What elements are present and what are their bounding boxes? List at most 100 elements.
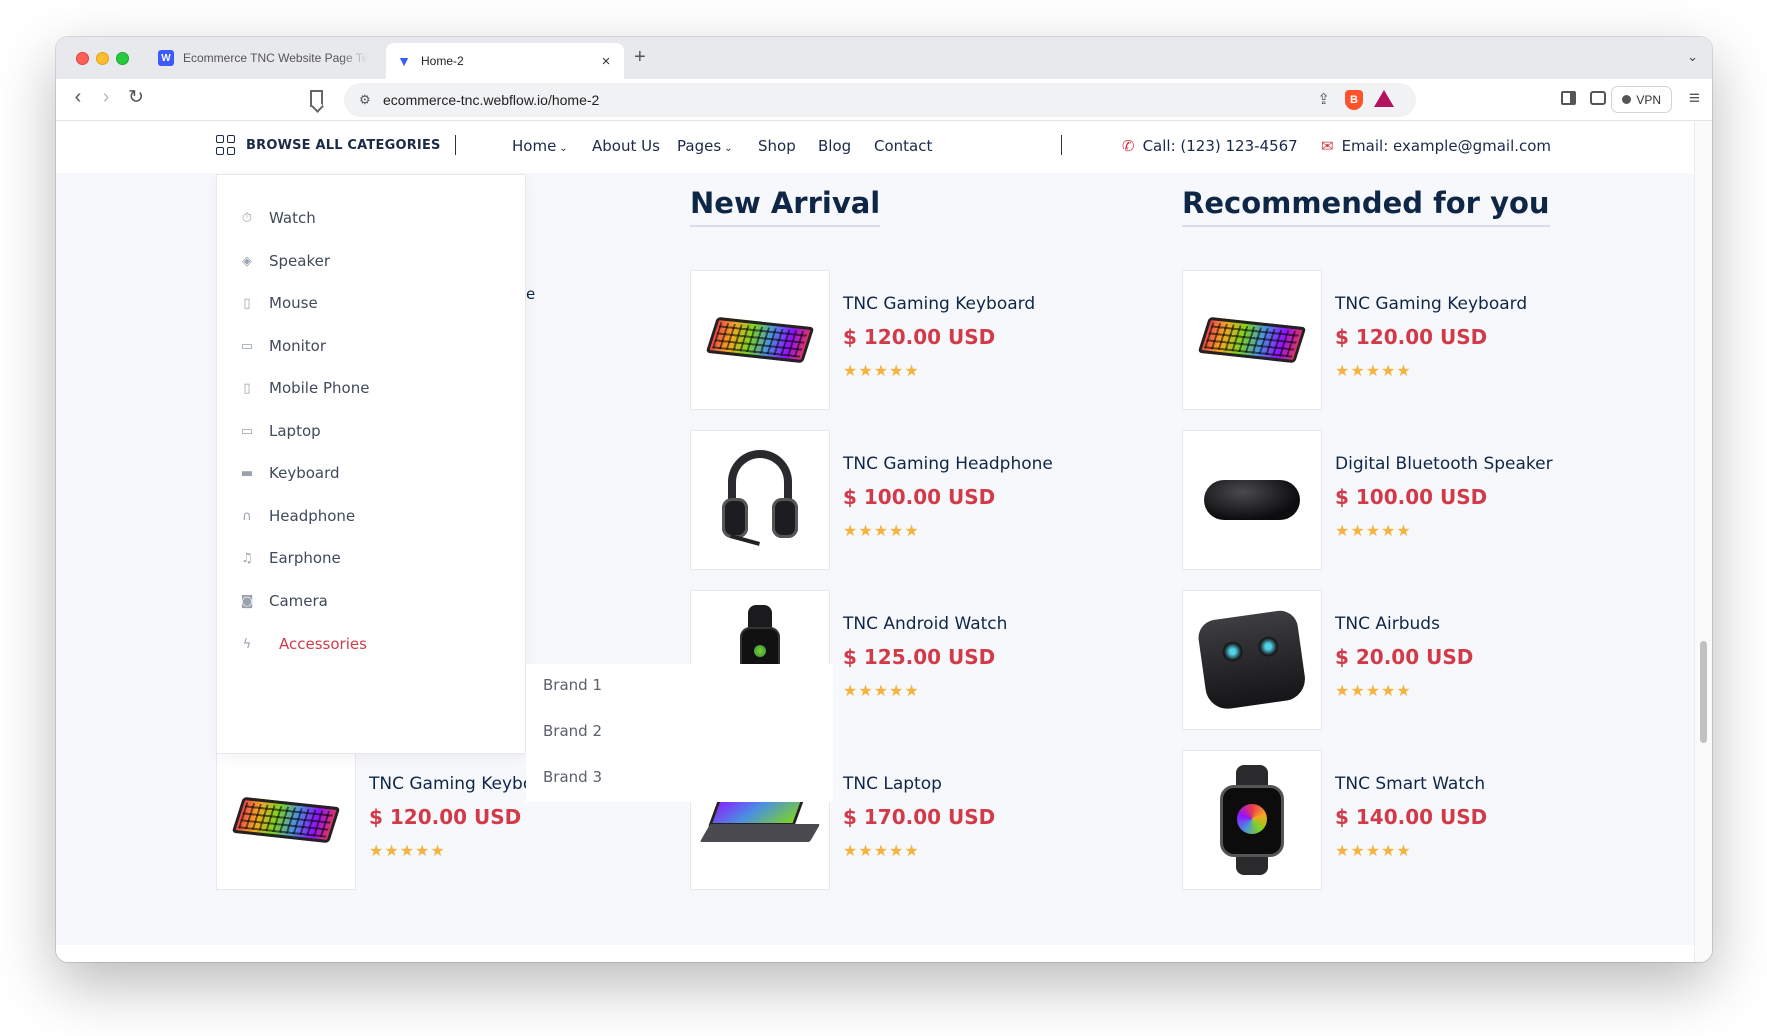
brand-submenu: Brand 1 Brand 2 Brand 3 — [526, 664, 833, 802]
product-card[interactable]: TNC Gaming Keyboard $ 120.00 USD ★★★★★ — [1182, 270, 1602, 410]
product-image-keyboard[interactable] — [1182, 270, 1322, 410]
maximize-window-button[interactable] — [116, 52, 129, 65]
submenu-brand-2[interactable]: Brand 2 — [543, 722, 602, 740]
tab-ecommerce-template[interactable]: W Ecommerce TNC Website Page Te — [148, 43, 378, 73]
back-button[interactable]: ‹ — [66, 86, 90, 109]
browse-categories-label: BROWSE ALL CATEGORIES — [246, 137, 441, 153]
star-rating: ★★★★★ — [843, 363, 920, 380]
earphone-icon: ♫ — [241, 550, 253, 566]
hamburger-menu-icon[interactable]: ≡ — [1689, 88, 1700, 110]
chevron-down-icon: ⌄ — [559, 143, 568, 154]
tab-home-2[interactable]: ▼ Home-2 × — [386, 43, 624, 79]
tab-strip: W Ecommerce TNC Website Page Te ▼ Home-2… — [56, 37, 1712, 79]
page-scrollbar[interactable] — [1694, 121, 1712, 962]
browse-categories-button[interactable]: BROWSE ALL CATEGORIES — [216, 135, 441, 155]
product-name[interactable]: TNC Gaming Keybo — [369, 774, 526, 794]
grid-icon — [216, 135, 236, 155]
reload-button[interactable]: ↻ — [124, 86, 148, 109]
product-image-headphone[interactable] — [690, 430, 830, 570]
phone-contact[interactable]: ✆ Call: (123) 123-4567 — [1122, 137, 1298, 155]
product-image-smartwatch[interactable] — [1182, 750, 1322, 890]
email-contact[interactable]: ✉ Email: example@gmail.com — [1321, 137, 1551, 155]
submenu-brand-1[interactable]: Brand 1 — [543, 676, 602, 694]
product-name[interactable]: TNC Gaming Headphone — [843, 454, 1053, 474]
scrollbar-thumb[interactable] — [1700, 641, 1707, 743]
product-card[interactable]: TNC Gaming Keyboard $ 120.00 USD ★★★★★ — [690, 270, 1110, 410]
site-settings-icon[interactable]: ⚙ — [359, 92, 371, 108]
vpn-button[interactable]: VPN — [1611, 86, 1672, 113]
url-text[interactable]: ecommerce-tnc.webflow.io/home-2 — [383, 92, 599, 108]
tab-list-chevron-icon[interactable]: ⌄ — [1687, 49, 1698, 65]
nav-about-label: About Us — [592, 137, 660, 155]
wallet-icon[interactable] — [1590, 91, 1606, 105]
vpn-status-icon — [1622, 95, 1632, 104]
nav-about-us[interactable]: About Us — [592, 137, 660, 155]
product-price: $ 120.00 USD — [843, 325, 996, 349]
category-label: Mouse — [269, 294, 318, 312]
product-price: $ 20.00 USD — [1335, 645, 1474, 669]
product-name[interactable]: TNC Android Watch — [843, 614, 1007, 634]
camera-icon: ◙ — [240, 593, 254, 609]
nav-home[interactable]: Home ⌄ — [512, 137, 568, 155]
product-image-keyboard[interactable] — [690, 270, 830, 410]
share-icon[interactable]: ⇪ — [1317, 90, 1330, 108]
vpn-label: VPN — [1636, 92, 1661, 107]
category-laptop[interactable]: ▭ Laptop — [239, 422, 321, 440]
headphone-icon: ∩ — [242, 508, 252, 524]
star-rating: ★★★★★ — [1335, 523, 1412, 540]
product-price: $ 170.00 USD — [843, 805, 996, 829]
close-window-button[interactable] — [76, 52, 89, 65]
brave-rewards-icon[interactable] — [1374, 90, 1394, 107]
submenu-brand-3[interactable]: Brand 3 — [543, 768, 602, 786]
category-monitor[interactable]: ▭ Monitor — [239, 337, 326, 355]
category-label: Watch — [269, 209, 316, 227]
product-card[interactable]: TNC Airbuds $ 20.00 USD ★★★★★ — [1182, 590, 1602, 730]
chevron-down-icon: ⌄ — [724, 143, 733, 154]
product-name[interactable]: TNC Gaming Keyboard — [1335, 294, 1527, 314]
tab-title: Home-2 — [421, 54, 464, 68]
product-price: $ 100.00 USD — [1335, 485, 1488, 509]
category-keyboard[interactable]: ▬ Keyboard — [239, 464, 340, 482]
product-card[interactable]: Digital Bluetooth Speaker $ 100.00 USD ★… — [1182, 430, 1602, 570]
mail-icon: ✉ — [1321, 137, 1334, 155]
category-mouse[interactable]: ▯ Mouse — [239, 294, 318, 312]
star-rating: ★★★★★ — [843, 683, 920, 700]
close-tab-icon[interactable]: × — [598, 53, 614, 70]
category-label: Laptop — [269, 422, 321, 440]
nav-blog[interactable]: Blog — [818, 137, 851, 155]
brave-shields-icon[interactable]: B — [1345, 90, 1363, 110]
product-image-speaker[interactable] — [1182, 430, 1322, 570]
category-watch[interactable]: ⏱ Watch — [239, 209, 316, 227]
bookmark-icon[interactable] — [310, 90, 323, 107]
new-tab-button[interactable]: + — [634, 46, 646, 69]
category-accessories[interactable]: ϟ Accessories — [239, 635, 367, 653]
product-name[interactable]: TNC Laptop — [843, 774, 942, 794]
address-bar[interactable]: ⚙ ecommerce-tnc.webflow.io/home-2 ⇪ B — [344, 83, 1416, 117]
product-card[interactable]: TNC Gaming Keybo $ 120.00 USD ★★★★★ — [216, 750, 526, 890]
new-arrival-title: New Arrival — [690, 186, 881, 227]
minimize-window-button[interactable] — [96, 52, 109, 65]
sidebar-toggle-icon[interactable] — [1561, 91, 1576, 105]
product-image-keyboard[interactable] — [216, 750, 356, 890]
forward-button[interactable]: › — [94, 86, 118, 109]
nav-pages[interactable]: Pages ⌄ — [677, 137, 733, 155]
phone-text: Call: (123) 123-4567 — [1142, 137, 1298, 155]
product-name[interactable]: TNC Airbuds — [1335, 614, 1440, 634]
category-camera[interactable]: ◙ Camera — [239, 592, 328, 610]
product-name[interactable]: TNC Gaming Keyboard — [843, 294, 1035, 314]
product-name[interactable]: TNC Smart Watch — [1335, 774, 1485, 794]
nav-shop[interactable]: Shop — [758, 137, 796, 155]
category-headphone[interactable]: ∩ Headphone — [239, 507, 355, 525]
category-earphone[interactable]: ♫ Earphone — [239, 549, 341, 567]
product-image-airbuds[interactable] — [1182, 590, 1322, 730]
category-mobile-phone[interactable]: ▯ Mobile Phone — [239, 379, 369, 397]
nav-contact[interactable]: Contact — [874, 137, 932, 155]
star-rating: ★★★★★ — [369, 843, 446, 860]
watch-icon: ⏱ — [241, 210, 253, 226]
product-name[interactable]: Digital Bluetooth Speaker — [1335, 454, 1553, 474]
recommended-title: Recommended for you — [1182, 186, 1550, 227]
nav-shop-label: Shop — [758, 137, 796, 155]
category-speaker[interactable]: ◈ Speaker — [239, 252, 330, 270]
product-card[interactable]: TNC Gaming Headphone $ 100.00 USD ★★★★★ — [690, 430, 1110, 570]
product-card[interactable]: TNC Smart Watch $ 140.00 USD ★★★★★ — [1182, 750, 1602, 890]
